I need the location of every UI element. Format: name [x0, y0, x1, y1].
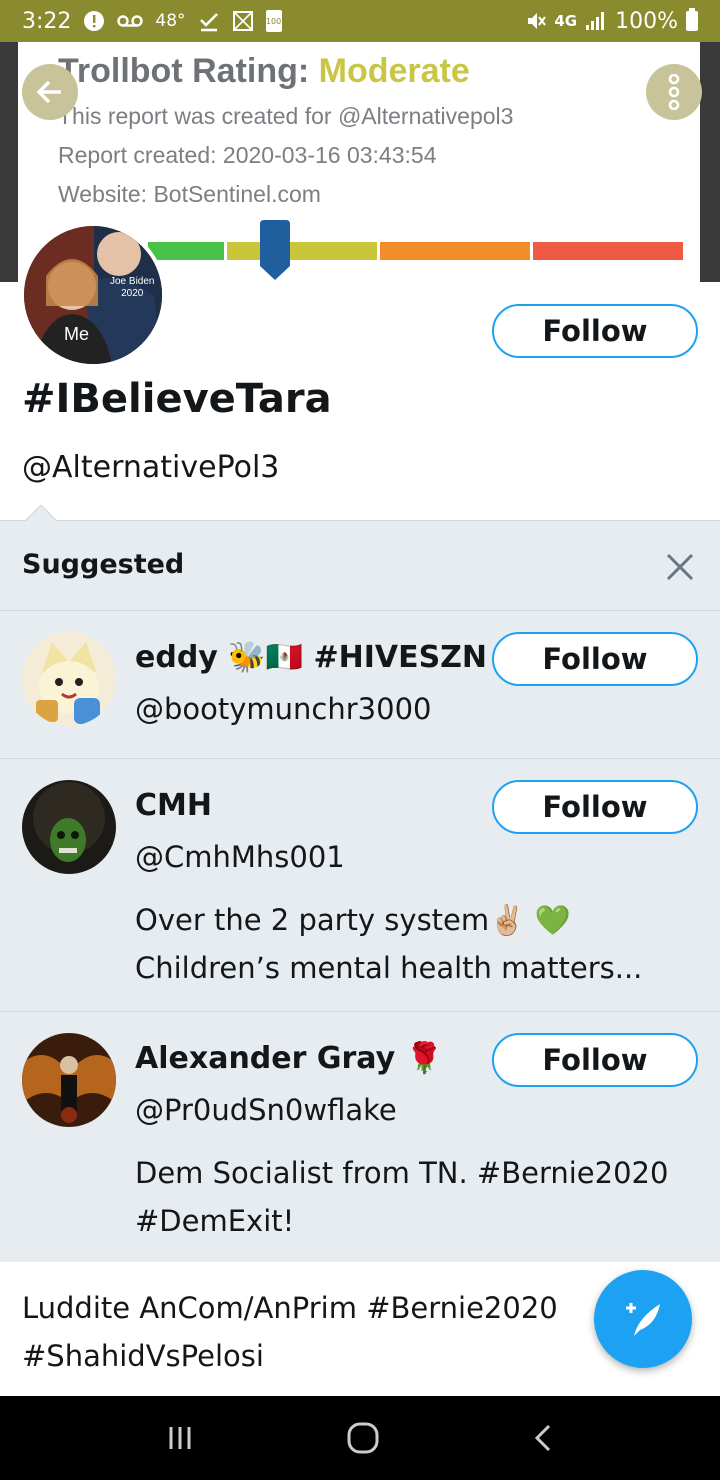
profile-avatar[interactable]: Joe Biden 2020 Me: [20, 222, 166, 368]
user-bio: Dem Socialist from TN. #Bernie2020 #DemE…: [135, 1156, 669, 1238]
battery-icon: [686, 8, 698, 31]
avatar-caption-bottom: Me: [64, 324, 90, 344]
report-created-date: Report created: 2020-03-16 03:43:54: [58, 142, 437, 168]
user-avatar[interactable]: [22, 632, 116, 726]
more-vertical-icon: [668, 74, 680, 110]
recent-apps-icon[interactable]: [165, 1423, 195, 1453]
trollbot-rating: Trollbot Rating: Moderate: [58, 52, 470, 90]
user-handle: @Pr0udSn0wflake: [135, 1093, 397, 1127]
suggested-user-row[interactable]: CMH @CmhMhs001 Over the 2 party system✌🏼…: [0, 760, 720, 1012]
compose-tweet-button[interactable]: [594, 1270, 692, 1368]
suggested-header: Suggested: [0, 521, 720, 611]
mute-icon: [526, 10, 547, 32]
user-name: CMH: [135, 788, 212, 823]
report-created-for: This report was created for @Alternative…: [58, 103, 514, 129]
voicemail-icon: [117, 14, 144, 28]
suggested-user-row[interactable]: eddy 🐝🇲🇽 #HIVESZN @bootymunchr3000 Follo…: [0, 612, 720, 759]
status-time: 3:22: [22, 8, 72, 34]
suggested-user-row[interactable]: Alexander Gray 🌹 @Pr0udSn0wflake Dem Soc…: [0, 1013, 720, 1263]
battery-app-icon: 100: [265, 10, 282, 32]
meter-segment: [380, 242, 530, 260]
follow-button[interactable]: Follow: [492, 780, 698, 834]
user-bio: Over the 2 party system✌🏼 💚 Children’s m…: [135, 903, 643, 985]
meter-marker-icon: [260, 220, 290, 280]
follow-button[interactable]: Follow: [492, 632, 698, 686]
suggested-title: Suggested: [22, 549, 185, 580]
alert-icon: [83, 10, 105, 32]
status-bar: 3:22 48° 100 4G 100%: [0, 0, 720, 42]
user-avatar[interactable]: [22, 1033, 116, 1127]
rating-meter: [148, 242, 683, 260]
home-icon[interactable]: [346, 1421, 380, 1455]
follow-button[interactable]: Follow: [492, 304, 698, 358]
network-type: 4G: [554, 12, 578, 30]
back-button[interactable]: [22, 64, 78, 120]
status-temperature: 48°: [155, 11, 186, 31]
system-nav-bar: [0, 1396, 720, 1480]
meter-segment: [533, 242, 683, 260]
arrow-left-icon: [36, 80, 61, 104]
user-handle: @CmhMhs001: [135, 840, 345, 874]
compose-feather-icon: [626, 1303, 660, 1336]
profile-bio: Luddite AnCom/AnPrim #Bernie2020 #Shahid…: [22, 1291, 558, 1373]
follow-button[interactable]: Follow: [492, 1033, 698, 1087]
user-avatar[interactable]: [22, 780, 116, 874]
meter-segment: [227, 242, 377, 260]
back-nav-icon[interactable]: [531, 1423, 555, 1453]
profile-handle: @AlternativePol3: [22, 450, 280, 485]
download-done-icon: [198, 10, 220, 32]
avatar-caption-top: Joe Biden 2020: [110, 276, 155, 299]
box-icon: [232, 10, 254, 32]
signal-icon: [585, 11, 607, 31]
report-website: Website: BotSentinel.com: [58, 181, 321, 207]
meter-segment: [148, 242, 224, 260]
suggested-panel: Suggested eddy 🐝🇲🇽 #HIVESZN @bootymunchr…: [0, 504, 720, 1263]
profile-display-name: #IBelieveTara: [22, 376, 332, 422]
user-handle: @bootymunchr3000: [135, 692, 432, 726]
user-name: eddy 🐝🇲🇽 #HIVESZN: [135, 640, 488, 675]
battery-percent: 100%: [615, 8, 678, 34]
close-icon[interactable]: [664, 551, 696, 583]
rating-level: Moderate: [318, 52, 470, 90]
user-name: Alexander Gray 🌹: [135, 1041, 443, 1076]
more-options-button[interactable]: [646, 64, 702, 120]
